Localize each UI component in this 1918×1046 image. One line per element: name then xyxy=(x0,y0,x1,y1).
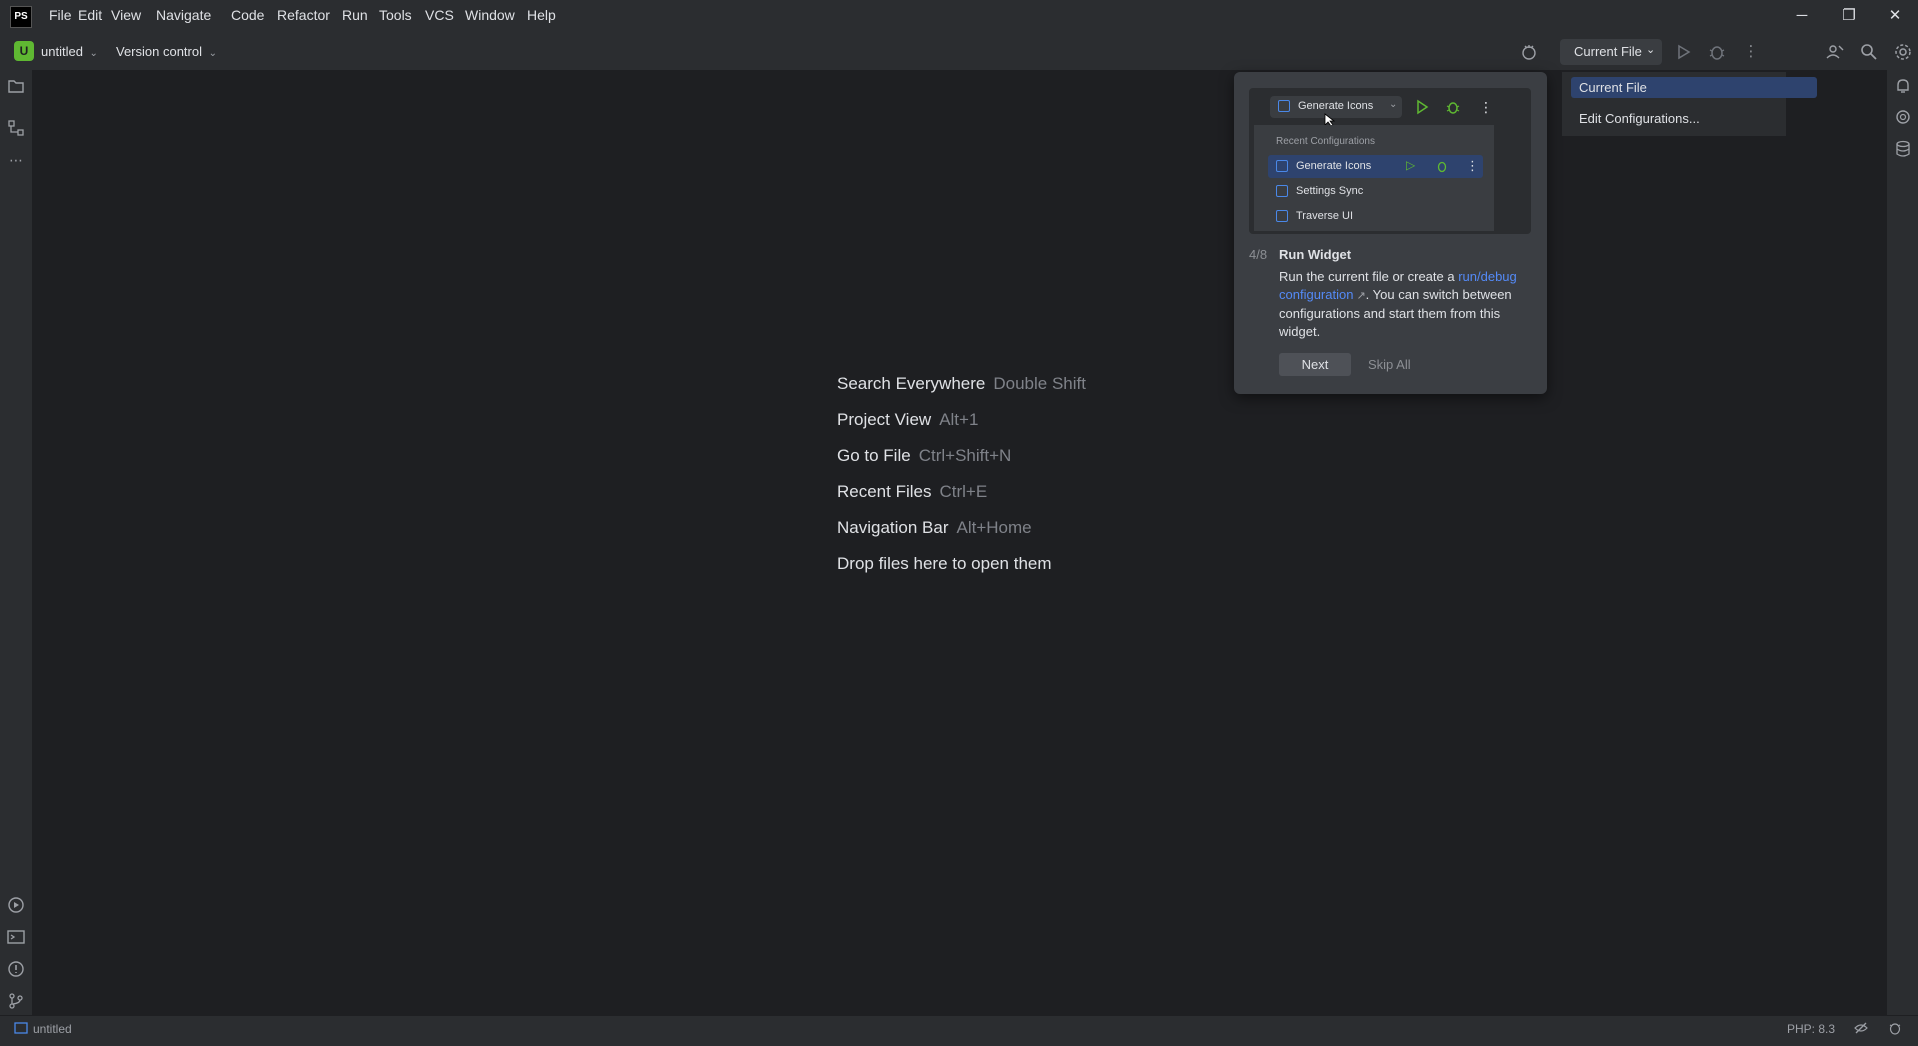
menu-code[interactable]: Code xyxy=(231,7,264,23)
preview-recent-label: Generate Icons xyxy=(1296,160,1372,172)
power-save-icon[interactable] xyxy=(1519,42,1539,62)
hint-recent-files: Recent Files Ctrl+E xyxy=(837,482,987,502)
project-name-label: untitled xyxy=(41,44,83,59)
menu-view[interactable]: View xyxy=(111,7,141,23)
status-project-name[interactable]: untitled xyxy=(33,1022,72,1036)
menu-vcs[interactable]: VCS xyxy=(425,7,454,23)
hint-project-view: Project View Alt+1 xyxy=(837,410,978,430)
project-folder-icon[interactable] xyxy=(6,76,26,96)
inspection-off-icon[interactable] xyxy=(1853,1020,1869,1036)
editor-area xyxy=(33,71,1885,1015)
code-with-me-icon[interactable] xyxy=(1825,42,1845,62)
tour-title: Run Widget xyxy=(1279,247,1352,262)
preview-debug-icon xyxy=(1446,102,1460,114)
settings-icon[interactable] xyxy=(1893,42,1913,62)
run-icon[interactable] xyxy=(1673,42,1693,62)
run-config-label: Current File xyxy=(1574,44,1642,59)
hint-go-to-file: Go to File Ctrl+Shift+N xyxy=(837,446,1011,466)
database-icon[interactable] xyxy=(1893,139,1913,159)
debug-icon[interactable] xyxy=(1707,42,1727,62)
version-control-dropdown[interactable]: Version control ⌄ xyxy=(116,44,217,59)
minimize-button[interactable]: ─ xyxy=(1782,4,1822,28)
more-actions-icon[interactable]: ⋮ xyxy=(1741,42,1761,62)
problems-icon[interactable] xyxy=(6,959,26,979)
external-link-icon: ↗ xyxy=(1356,290,1366,302)
project-name-dropdown[interactable]: untitled ⌄ xyxy=(41,44,98,59)
chevron-down-icon: ⌄ xyxy=(208,48,218,59)
hint-shortcut: Double Shift xyxy=(993,374,1086,393)
hint-shortcut: Alt+1 xyxy=(939,410,979,429)
project-badge[interactable]: U xyxy=(14,41,34,61)
ai-assistant-icon[interactable] xyxy=(1893,107,1913,127)
hint-search-everywhere: Search Everywhere Double Shift xyxy=(837,374,1086,394)
tour-next-button[interactable]: Next xyxy=(1279,353,1351,376)
chevron-down-icon: ⌄ xyxy=(1646,44,1656,56)
hint-navigation-bar: Navigation Bar Alt+Home xyxy=(837,518,1032,538)
menu-window[interactable]: Window xyxy=(465,7,515,23)
hint-label: Navigation Bar xyxy=(837,518,949,537)
preview-run-icon: ▷ xyxy=(1406,158,1416,172)
services-icon[interactable] xyxy=(6,895,26,915)
preview-config-label: Generate Icons xyxy=(1278,100,1374,113)
preview-config-text: Generate Icons xyxy=(1298,100,1374,112)
run-config-item-label: Current File xyxy=(1579,80,1647,95)
run-config-selector[interactable]: Current File ⌄ xyxy=(1560,39,1662,65)
app-logo: PS xyxy=(10,6,32,28)
hint-label: Search Everywhere xyxy=(837,374,986,393)
tour-body-text: Run the current file or create a xyxy=(1279,269,1455,284)
preview-more-icon: ⋮ xyxy=(1466,158,1479,173)
menu-refactor[interactable]: Refactor xyxy=(277,7,330,23)
config-icon xyxy=(1276,185,1288,198)
hint-label: Go to File xyxy=(837,446,911,465)
menu-file[interactable]: File xyxy=(49,7,72,23)
config-icon xyxy=(1276,210,1288,223)
left-tool-strip xyxy=(0,70,33,1015)
search-icon[interactable] xyxy=(1859,42,1879,62)
preview-debug-icon xyxy=(1437,161,1447,173)
hint-label: Project View xyxy=(837,410,932,429)
config-icon xyxy=(1278,100,1290,113)
status-php-version[interactable]: PHP: 8.3 xyxy=(1787,1022,1835,1036)
run-config-item-current-file[interactable]: Current File xyxy=(1571,77,1817,98)
close-window-button[interactable]: ✕ xyxy=(1875,4,1915,28)
power-save-icon[interactable] xyxy=(1887,1020,1903,1036)
menu-run[interactable]: Run xyxy=(342,7,368,23)
status-bar xyxy=(0,1015,1918,1046)
preview-run-icon xyxy=(1417,99,1429,115)
hint-label: Drop files here to open them xyxy=(837,554,1052,573)
project-module-icon xyxy=(14,1022,28,1034)
terminal-icon[interactable] xyxy=(6,927,26,947)
preview-recent-label: Traverse UI xyxy=(1296,210,1354,222)
right-tool-strip xyxy=(1886,70,1918,1015)
hint-drop-files: Drop files here to open them xyxy=(837,554,1052,574)
chevron-down-icon: ⌄ xyxy=(1389,99,1398,110)
tour-skip-all-button[interactable]: Skip All xyxy=(1368,357,1411,372)
config-icon xyxy=(1276,160,1288,173)
menu-help[interactable]: Help xyxy=(527,7,556,23)
edit-configurations-item[interactable]: Edit Configurations... xyxy=(1579,111,1700,126)
hint-shortcut: Alt+Home xyxy=(956,518,1032,537)
maximize-button[interactable]: ❐ xyxy=(1829,4,1869,28)
more-tools-icon[interactable]: ⋯ xyxy=(6,150,26,170)
preview-recent-label: Settings Sync xyxy=(1296,185,1364,197)
menu-navigate[interactable]: Navigate xyxy=(156,7,211,23)
preview-more-icon: ⋮ xyxy=(1479,99,1493,115)
preview-recent-header: Recent Configurations xyxy=(1276,136,1375,147)
chevron-down-icon: ⌄ xyxy=(89,48,98,59)
tour-step-counter: 4/8 xyxy=(1249,247,1268,262)
menu-edit[interactable]: Edit xyxy=(78,7,102,23)
structure-icon[interactable] xyxy=(6,118,26,138)
hint-label: Recent Files xyxy=(837,482,932,501)
hint-shortcut: Ctrl+Shift+N xyxy=(918,446,1012,465)
version-control-label: Version control xyxy=(116,44,202,59)
preview-recent-item: Settings Sync xyxy=(1276,185,1364,198)
git-branch-icon[interactable] xyxy=(6,991,26,1011)
notifications-icon[interactable] xyxy=(1893,76,1913,96)
hint-shortcut: Ctrl+E xyxy=(939,482,988,501)
menu-tools[interactable]: Tools xyxy=(379,7,412,23)
tour-body: Run the current file or create a run/deb… xyxy=(1279,268,1529,341)
preview-recent-item: Generate Icons xyxy=(1276,160,1372,173)
preview-recent-item: Traverse UI xyxy=(1276,210,1354,223)
